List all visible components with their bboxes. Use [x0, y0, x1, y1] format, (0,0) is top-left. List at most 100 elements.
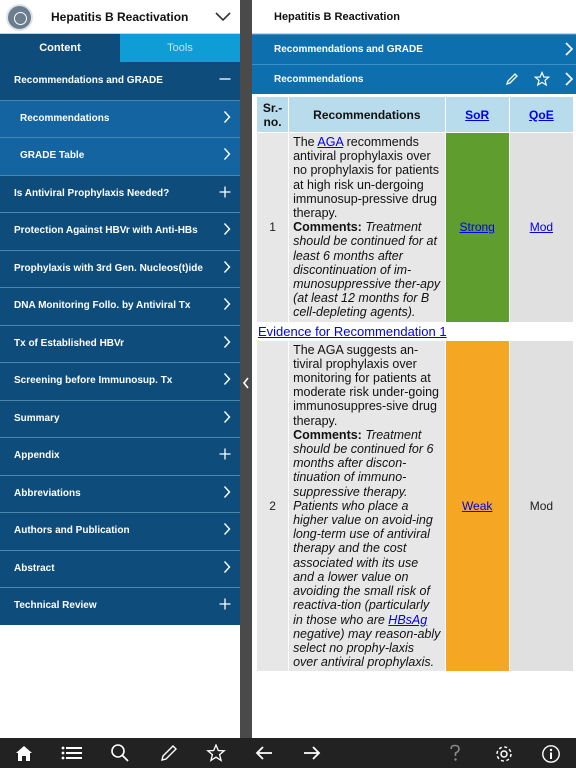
info-icon[interactable] [541, 744, 561, 764]
rec-text-pre: The [293, 135, 318, 149]
menu-item-label: Summary [14, 412, 60, 424]
menu-item-label: Is Antiviral Prophylaxis Needed? [14, 187, 170, 199]
search-icon[interactable] [110, 744, 130, 762]
table-header-row: Sr.-no. Recommendations SoR QoE [255, 96, 575, 133]
row-number: 1 [255, 132, 290, 323]
menu-item-label: Tx of Established HBVr [14, 337, 125, 349]
sor-strong-link[interactable]: Strong [459, 220, 494, 234]
chevron-right-icon [223, 485, 231, 503]
menu-item[interactable]: GRADE Table [0, 137, 240, 175]
menu-item[interactable]: Abstract [0, 549, 240, 588]
recommendations-table: Sr.-no. Recommendations SoR QoE 1 The AG… [255, 96, 575, 673]
settings-icon[interactable] [494, 744, 514, 764]
qoe-cell: Mod [508, 339, 575, 673]
comments-label: Comments: [293, 220, 362, 235]
plus-icon [219, 598, 231, 614]
left-panel: Hepatitis B Reactivation Content Tools R… [0, 0, 240, 738]
left-tabs: Content Tools [0, 34, 240, 62]
collapse-left-chevron-icon[interactable] [242, 376, 250, 395]
split-divider[interactable] [240, 0, 252, 738]
menu-item-label: Screening before Immunosup. Tx [14, 375, 173, 387]
list-icon[interactable] [61, 744, 83, 762]
right-panel: Hepatitis B Reactivation Recommendations… [252, 0, 576, 738]
chevron-right-icon [223, 335, 231, 353]
menu-item[interactable]: Tx of Established HBVr [0, 324, 240, 363]
header-recommendations: Recommendations [288, 96, 446, 133]
pencil-icon[interactable] [159, 744, 179, 762]
chevron-right-icon [550, 41, 574, 60]
tab-content[interactable]: Content [0, 34, 120, 62]
menu-item[interactable]: Recommendations and GRADE [0, 62, 240, 100]
menu-item-label: Recommendations [20, 112, 110, 124]
menu-item-label: Authors and Publication [14, 525, 130, 537]
chevron-right-icon [223, 560, 231, 578]
right-title: Hepatitis B Reactivation [252, 0, 576, 34]
comments-label: Comments: [293, 427, 362, 442]
back-arrow-icon[interactable] [254, 744, 274, 762]
menu-item-label: Appendix [14, 450, 60, 462]
menu-item[interactable]: Protection Against HBVr with Anti-HBs [0, 212, 240, 250]
chevron-right-icon [223, 260, 231, 278]
tab-tools[interactable]: Tools [120, 34, 240, 62]
menu-item-label: Technical Review [14, 600, 97, 612]
left-title: Hepatitis B Reactivation [51, 10, 189, 24]
star-icon[interactable] [206, 744, 226, 762]
menu-item[interactable]: Prophylaxis with 3rd Gen. Nucleos(t)ide [0, 249, 240, 288]
recommendation-text: The AGA suggests an-tiviral prophylaxis … [288, 339, 446, 673]
chevron-right-icon [223, 222, 231, 240]
aga-link[interactable]: AGA [317, 135, 343, 149]
recommendation-text: The AGA recommends antiviral prophylaxis… [288, 132, 446, 323]
chevron-right-icon[interactable] [550, 71, 574, 90]
minus-icon [219, 73, 231, 89]
pencil-icon[interactable] [490, 71, 520, 90]
section-bar-label: Recommendations and GRADE [274, 44, 423, 55]
qoe-link[interactable]: QoE [529, 108, 554, 122]
rec-text-pre: The AGA suggests an-tiviral prophylaxis … [293, 342, 440, 428]
subsection-bar-label: Recommendations [274, 74, 364, 85]
section-bar[interactable]: Recommendations and GRADE [252, 34, 576, 64]
menu-item[interactable]: DNA Monitoring Follo. by Antiviral Tx [0, 287, 240, 325]
sor-cell-strong: Strong [444, 132, 510, 323]
forward-arrow-icon[interactable] [302, 744, 322, 762]
menu-item[interactable]: Abbreviations [0, 474, 240, 513]
menu-item[interactable]: Screening before Immunosup. Tx [0, 362, 240, 400]
menu-item[interactable]: Appendix [0, 437, 240, 475]
society-logo [6, 4, 33, 31]
menu-item-label: Abstract [14, 562, 55, 574]
help-icon[interactable] [448, 744, 462, 762]
menu-item[interactable]: Summary [0, 399, 240, 438]
plus-icon [219, 186, 231, 202]
table-row: 1 The AGA recommends antiviral prophylax… [255, 132, 575, 323]
star-icon[interactable] [520, 70, 551, 90]
menu-item-label: Prophylaxis with 3rd Gen. Nucleos(t)ide [14, 262, 203, 274]
evidence-link[interactable]: Evidence for Recommendation 1 [258, 324, 447, 339]
header-qoe: QoE [508, 96, 575, 133]
qoe-mod-link[interactable]: Mod [530, 220, 553, 234]
header-sr: Sr.-no. [255, 96, 290, 133]
qoe-cell: Mod [508, 132, 575, 323]
menu-item[interactable]: Is Antiviral Prophylaxis Needed? [0, 174, 240, 213]
sor-weak-link[interactable]: Weak [462, 499, 492, 513]
bottom-toolbar [0, 738, 576, 768]
hbsag-link[interactable]: HBsAg [388, 613, 427, 627]
menu-item-label: Recommendations and GRADE [14, 74, 163, 86]
menu-item[interactable]: Technical Review [0, 587, 240, 625]
sor-link[interactable]: SoR [465, 108, 489, 122]
menu-item[interactable]: Authors and Publication [0, 512, 240, 550]
menu-item[interactable]: Recommendations [0, 99, 240, 137]
comments-text: Treatment should be continued for at lea… [293, 220, 441, 320]
subsection-bar[interactable]: Recommendations [252, 64, 576, 94]
home-icon[interactable] [14, 744, 34, 762]
left-header: Hepatitis B Reactivation [0, 0, 240, 34]
chevron-right-icon [223, 147, 231, 165]
menu-item-label: DNA Monitoring Follo. by Antiviral Tx [14, 300, 191, 312]
sor-cell-weak: Weak [444, 339, 510, 673]
menu-item-label: Protection Against HBVr with Anti-HBs [14, 225, 198, 237]
comments-text-post: negative) may reason-ably select no prop… [293, 626, 441, 670]
collapse-chevron-icon[interactable] [214, 8, 232, 31]
row-number: 2 [255, 339, 290, 673]
chevron-right-icon [223, 297, 231, 315]
table-row: 2 The AGA suggests an-tiviral prophylaxi… [255, 339, 575, 673]
evidence-cell: Evidence for Recommendation 1 [256, 321, 574, 341]
chevron-right-icon [223, 372, 231, 390]
